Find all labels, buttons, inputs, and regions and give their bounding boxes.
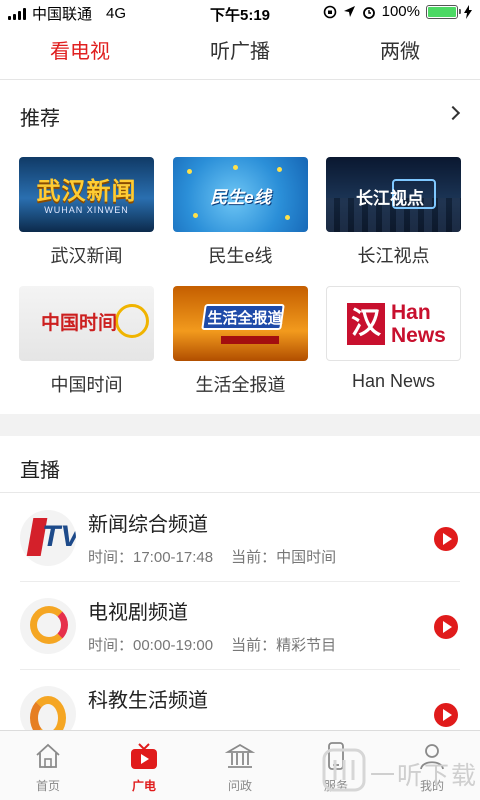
rec-item-label: 武汉新闻 — [50, 246, 123, 266]
channel-time: 时间：00:00-19:00 — [88, 637, 214, 654]
minsheng-thumbnail: 民生e线 — [173, 157, 308, 232]
watermark-logo-icon — [322, 748, 366, 792]
thumb-title: 民生e线 — [210, 188, 271, 207]
battery-icon — [426, 4, 461, 19]
location-icon — [343, 6, 355, 17]
tab-label: 广电 — [131, 779, 156, 793]
play-icon[interactable] — [434, 615, 458, 639]
channel-meta: 时间：00:00-19:00 当前：精彩节目 — [88, 634, 336, 655]
building-icon — [225, 743, 255, 768]
rec-item-life-report[interactable]: 生活全报道 生活全报道 — [173, 286, 308, 397]
home-icon — [36, 743, 60, 768]
han-news-thumbnail: 汉 Han News — [326, 286, 461, 361]
top-tab-bar: 看电视 听广播 两微 — [0, 28, 480, 80]
thumb-title: 武汉新闻 — [36, 178, 137, 205]
thumb-title: 长江视点 — [356, 189, 424, 208]
rec-item-label: Han News — [351, 371, 436, 391]
rec-item-minsheng[interactable]: 民生e线 民生e线 — [173, 157, 308, 268]
live-channel-row[interactable]: TV 新闻综合频道 时间：17:00-17:48 当前：中国时间 — [0, 494, 480, 582]
channel-current: 当前：中国时间 — [231, 549, 337, 566]
channel-logo — [20, 598, 76, 654]
rec-item-wuhan-news[interactable]: 武汉新闻 WUHAN XINWEN 武汉新闻 — [19, 157, 154, 268]
tab-weibo-wechat[interactable]: 两微 — [320, 28, 480, 79]
tab-watch-tv[interactable]: 看电视 — [0, 28, 160, 79]
watermark: 一听下载 — [318, 742, 478, 796]
logo-text-line: Han — [391, 301, 431, 324]
charging-icon — [464, 4, 472, 19]
recommend-title: 推荐 — [20, 108, 60, 130]
live-title: 直播 — [20, 460, 60, 482]
thumb-title: 中国时间 — [41, 313, 118, 334]
tv-icon — [131, 743, 157, 769]
life-report-thumbnail: 生活全报道 — [173, 286, 308, 361]
wuhan-news-thumbnail: 武汉新闻 WUHAN XINWEN — [19, 157, 154, 232]
changjiang-thumbnail: 长江视点 — [326, 157, 461, 232]
china-time-thumbnail: 中国时间 — [19, 286, 154, 361]
han-news-logo-text: Han News — [391, 301, 446, 347]
tab-label: 首页 — [35, 779, 60, 793]
play-icon[interactable] — [434, 703, 458, 727]
battery-label: 100% — [381, 3, 420, 20]
rec-item-label: 民生e线 — [208, 246, 273, 266]
channel-name: 电视剧频道 — [88, 602, 188, 624]
play-icon[interactable] — [434, 527, 458, 551]
thumb-subtitle: WUHAN XINWEN — [44, 205, 129, 215]
channel-logo: TV — [20, 510, 76, 566]
chevron-right-icon[interactable] — [445, 105, 461, 121]
thumb-title: 生活全报道 — [207, 310, 283, 327]
recommend-header[interactable]: 推荐 — [0, 86, 480, 142]
status-bar: 中国联通 4G 下午5:19 100% — [0, 0, 480, 26]
tab-inquiry[interactable]: 问政 — [192, 731, 288, 800]
tab-broadcast[interactable]: 广电 — [96, 731, 192, 800]
rec-item-changjiang[interactable]: 长江视点 长江视点 — [326, 157, 461, 268]
rec-item-label: 长江视点 — [357, 246, 430, 266]
live-channel-row[interactable]: 电视剧频道 时间：00:00-19:00 当前：精彩节目 — [0, 582, 480, 670]
tab-label: 问政 — [227, 779, 252, 793]
rotation-lock-icon — [323, 5, 336, 18]
tab-radio[interactable]: 听广播 — [160, 28, 320, 79]
channel-current: 当前：精彩节目 — [231, 637, 337, 654]
channel-name: 新闻综合频道 — [88, 514, 208, 536]
rec-item-label: 生活全报道 — [195, 375, 286, 395]
section-divider — [0, 414, 480, 436]
han-news-logo-mark: 汉 — [347, 303, 385, 345]
channel-time: 时间：17:00-17:48 — [88, 549, 214, 566]
tab-home[interactable]: 首页 — [0, 731, 96, 800]
channel-meta: 时间：17:00-17:48 当前：中国时间 — [88, 546, 336, 567]
divider — [0, 492, 480, 493]
watermark-text: 一听下载 — [370, 762, 479, 790]
live-header: 直播 — [0, 438, 480, 492]
rec-item-label: 中国时间 — [50, 375, 123, 395]
rec-item-han-news[interactable]: 汉 Han News Han News — [326, 286, 461, 392]
alarm-icon — [362, 6, 375, 19]
rec-item-china-time[interactable]: 中国时间 中国时间 — [19, 286, 154, 397]
status-right: 100% — [323, 3, 472, 20]
channel-name: 科教生活频道 — [88, 690, 208, 712]
logo-text-line: News — [391, 324, 446, 347]
